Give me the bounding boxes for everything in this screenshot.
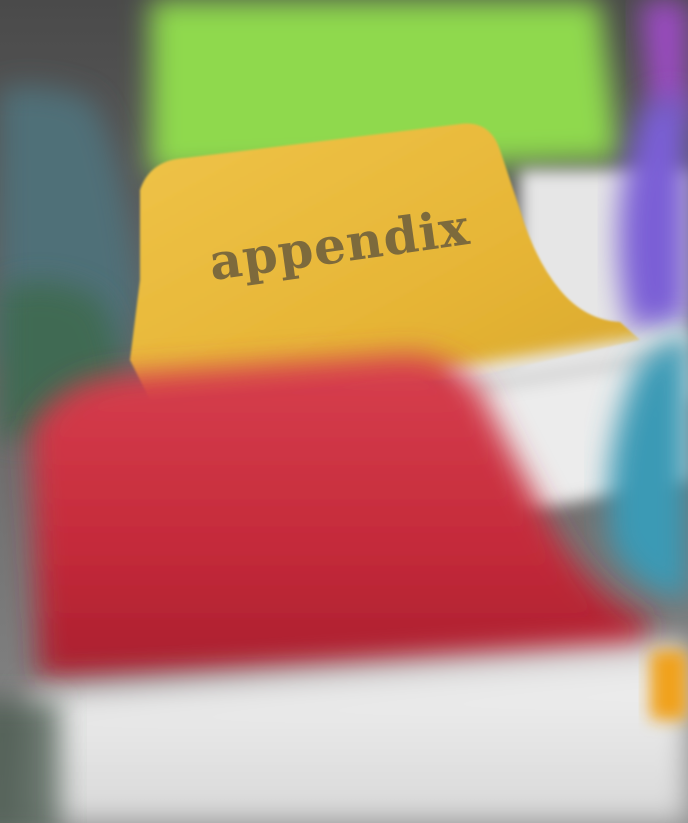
photo-scene: appendix <box>0 0 688 823</box>
orange-tab-corner <box>650 650 688 720</box>
shadow-bottom-left <box>0 700 60 823</box>
photo-canvas: appendix <box>0 0 688 823</box>
